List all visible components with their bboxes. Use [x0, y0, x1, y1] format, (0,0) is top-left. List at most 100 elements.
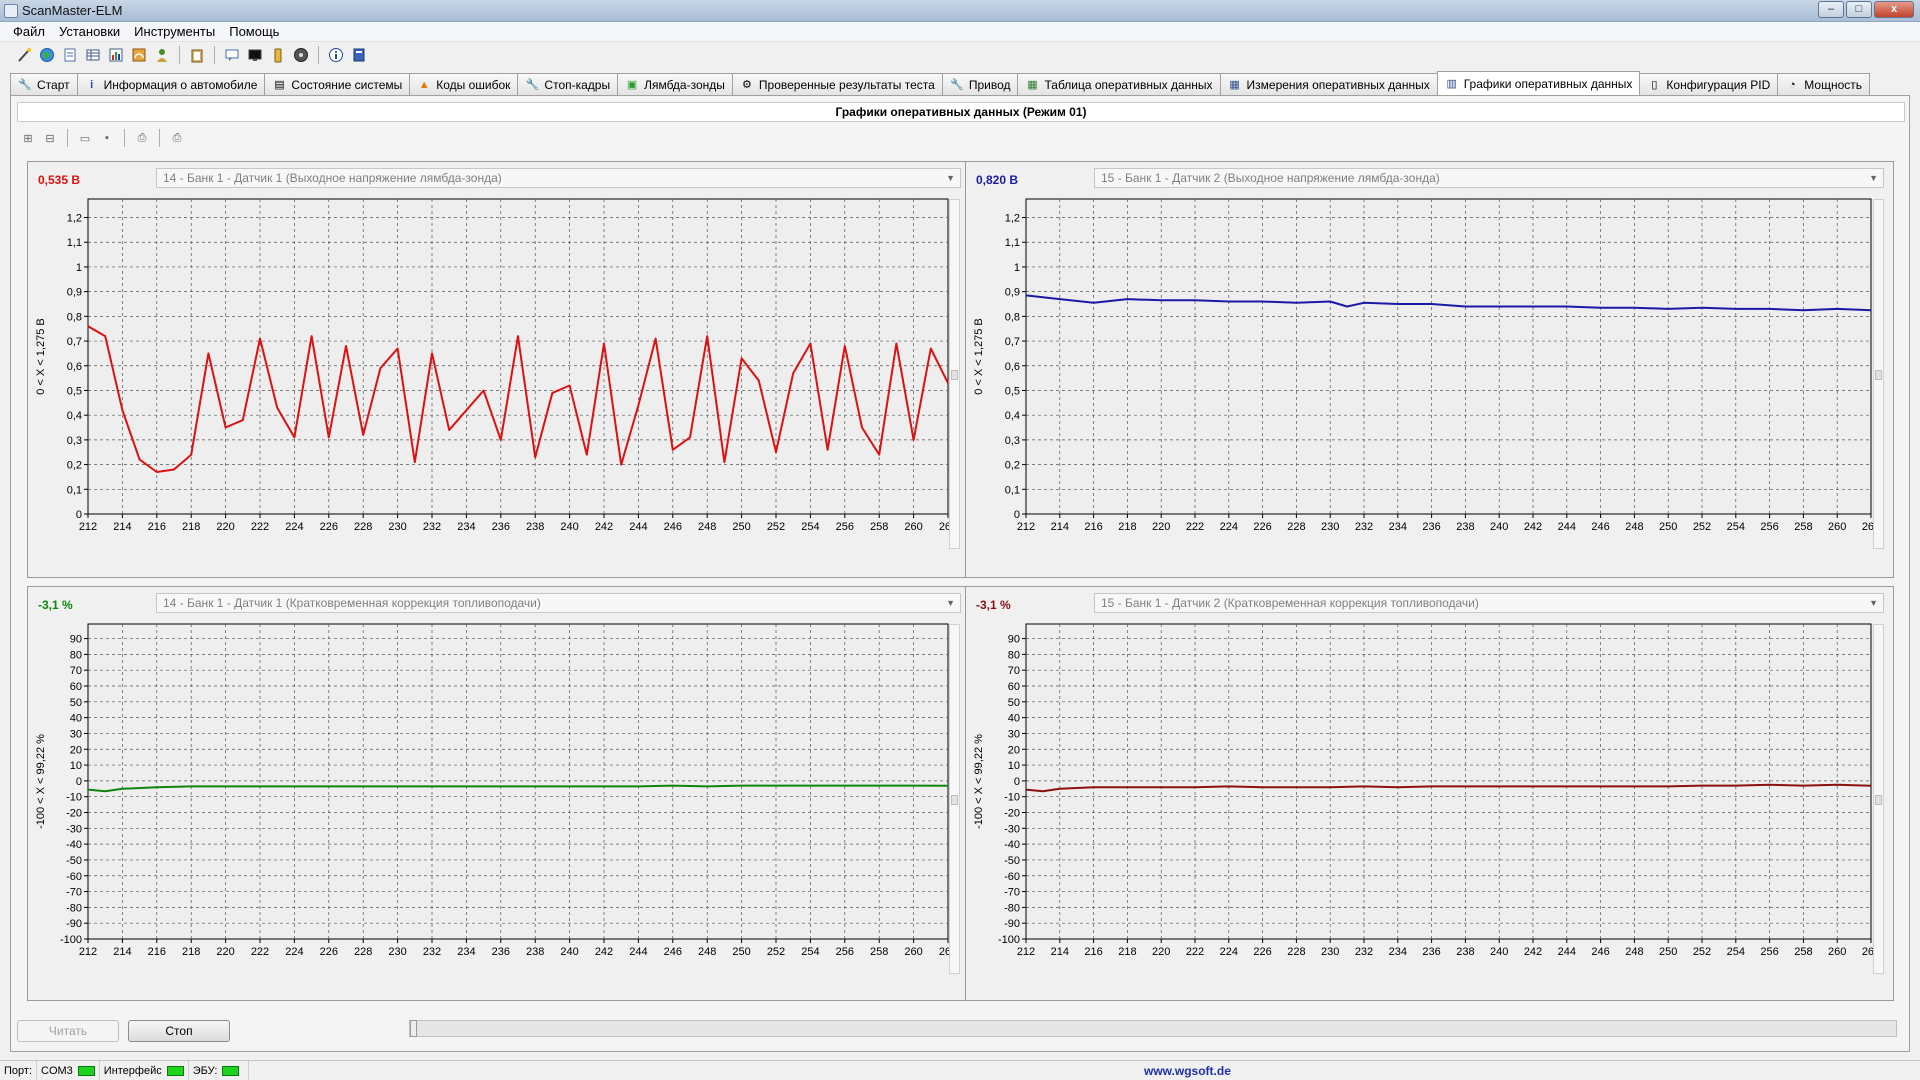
y-tick-label: -20 — [1004, 808, 1020, 820]
chart-scrollbar[interactable] — [949, 624, 960, 974]
scroll-thumb[interactable] — [951, 795, 958, 805]
minimize-button[interactable]: – — [1818, 1, 1844, 18]
person-icon[interactable] — [152, 45, 172, 65]
y-tick-label: 70 — [1008, 665, 1020, 677]
x-tick-label: 216 — [1084, 946, 1102, 958]
y-tick-label: 1 — [76, 262, 82, 274]
stop-button[interactable]: Стоп — [128, 1020, 230, 1042]
chart-panel-1: 0,535 В 14 - Банк 1 - Датчик 1 (Выходное… — [27, 161, 971, 578]
line-chart: 212 214 216 218 220 222 224 226 228 230 232 234 236 2… — [973, 198, 1880, 533]
chart-tools: ⊞ ⊟ ▭ ▪ ⎙ ⎙ — [19, 128, 186, 148]
x-tick-label: 252 — [767, 521, 785, 533]
tab-oxygen-sensors[interactable]: ▣ Лямбда-зонды — [617, 73, 733, 95]
tab-freeze-frames[interactable]: 🔧 Стоп-кадры — [517, 73, 619, 95]
menu-file[interactable]: Файл — [6, 22, 52, 41]
book-icon[interactable] — [349, 45, 369, 65]
grid-icon[interactable] — [83, 45, 103, 65]
chat-icon[interactable] — [222, 45, 242, 65]
clipboard-icon[interactable] — [187, 45, 207, 65]
disc-icon[interactable] — [291, 45, 311, 65]
tab-actuator[interactable]: 🔧 Привод — [941, 73, 1019, 95]
x-tick-label: 258 — [870, 521, 888, 533]
print-icon[interactable]: ⎙ — [168, 129, 186, 147]
chart-icon[interactable] — [106, 45, 126, 65]
add-chart-icon[interactable]: ⊞ — [19, 129, 37, 147]
close-button[interactable]: x — [1874, 1, 1914, 18]
chart-scrollbar[interactable] — [949, 199, 960, 549]
y-tick-label: 10 — [70, 760, 82, 772]
tab-test-results[interactable]: ⚙ Проверенные результаты теста — [731, 73, 943, 95]
menu-settings[interactable]: Установки — [52, 22, 127, 41]
x-tick-label: 228 — [1287, 946, 1305, 958]
x-tick-label: 240 — [560, 946, 578, 958]
menu-tools[interactable]: Инструменты — [127, 22, 222, 41]
tab-label: Информация о автомобиле — [103, 77, 258, 92]
x-tick-label: 248 — [698, 521, 716, 533]
scroll-thumb[interactable] — [1875, 370, 1882, 380]
tab-pid-config[interactable]: ▯ Конфигурация PID — [1639, 73, 1779, 95]
website-link[interactable]: www.wgsoft.de — [1144, 1064, 1231, 1078]
save-icon[interactable]: ▪ — [98, 129, 116, 147]
y-tick-label: 0,6 — [67, 361, 82, 373]
scroll-thumb[interactable] — [951, 370, 958, 380]
x-tick-label: 222 — [251, 946, 269, 958]
read-button[interactable]: Читать — [17, 1020, 119, 1042]
x-tick-label: 236 — [492, 521, 510, 533]
info-icon: i — [90, 78, 94, 91]
y-tick-label: 60 — [1008, 681, 1020, 693]
port-label: Порт: — [4, 1064, 32, 1077]
tab-live-data-charts[interactable]: ▥ Графики оперативных данных — [1436, 71, 1641, 95]
x-tick-label: 216 — [148, 946, 166, 958]
monitor-icon[interactable] — [245, 45, 265, 65]
status-interface: Интерфейс — [100, 1061, 189, 1080]
x-tick-label: 212 — [1017, 521, 1035, 533]
remove-chart-icon[interactable]: ⊟ — [41, 129, 59, 147]
battery-icon[interactable] — [268, 45, 288, 65]
chart-panel-2: 0,820 В 15 - Банк 1 - Датчик 2 (Выходное… — [965, 161, 1894, 578]
x-tick-label: 260 — [904, 521, 922, 533]
tab-vehicle-info[interactable]: i Информация о автомобиле — [76, 73, 266, 95]
tab-system-status[interactable]: ▤ Состояние системы — [264, 73, 411, 95]
y-tick-label: -80 — [1004, 902, 1020, 914]
tab-strip: 🔧 Старт i Информация о автомобиле ▤ Состоян… — [10, 71, 1871, 95]
x-tick-label: 224 — [1220, 521, 1238, 533]
print-preview-icon[interactable]: ⎙ — [133, 129, 151, 147]
x-tick-label: 258 — [870, 946, 888, 958]
status-bar: Порт: COM3 Интерфейс ЭБУ: www.wgsoft.de — [0, 1060, 1920, 1080]
chart-scrollbar[interactable] — [1873, 199, 1884, 549]
tab-live-data-measures[interactable]: ▦ Измерения оперативных данных — [1219, 73, 1438, 95]
y-tick-label: 0 — [76, 776, 82, 788]
open-icon[interactable]: ▭ — [76, 129, 94, 147]
tab-power[interactable]: ◔ Мощность — [1777, 73, 1871, 95]
globe-icon[interactable] — [37, 45, 57, 65]
info-icon[interactable] — [326, 45, 346, 65]
y-tick-label: -50 — [66, 855, 82, 867]
x-tick-label: 256 — [1760, 521, 1778, 533]
x-tick-label: 244 — [1558, 946, 1576, 958]
menu-help[interactable]: Помощь — [222, 22, 286, 41]
x-tick-label: 218 — [182, 521, 200, 533]
y-tick-label: 0,2 — [1005, 460, 1020, 472]
gauge-icon[interactable] — [129, 45, 149, 65]
table-icon: ▦ — [1027, 79, 1038, 91]
maximize-button[interactable]: □ — [1846, 1, 1872, 18]
x-tick-label: 222 — [1186, 946, 1204, 958]
x-tick-label: 216 — [148, 521, 166, 533]
wand-icon[interactable] — [14, 45, 34, 65]
app-icon — [4, 4, 18, 18]
plot-area — [87, 198, 949, 515]
wrench-icon: 🔧 — [18, 79, 32, 91]
tab-error-codes[interactable]: ▲ Коды ошибок — [409, 73, 519, 95]
page-icon[interactable] — [60, 45, 80, 65]
progress-knob[interactable] — [410, 1020, 417, 1037]
tab-live-data-table[interactable]: ▦ Таблица оперативных данных — [1017, 73, 1221, 95]
x-tick-label: 230 — [388, 946, 406, 958]
x-tick-label: 258 — [1794, 946, 1812, 958]
y-tick-label: 1,2 — [67, 213, 82, 225]
y-tick-label: 0,7 — [67, 336, 82, 348]
chart-scrollbar[interactable] — [1873, 624, 1884, 974]
y-tick-label: -100 — [60, 934, 82, 946]
x-tick-label: 224 — [285, 946, 303, 958]
scroll-thumb[interactable] — [1875, 795, 1882, 805]
tab-start[interactable]: 🔧 Старт — [10, 73, 78, 95]
